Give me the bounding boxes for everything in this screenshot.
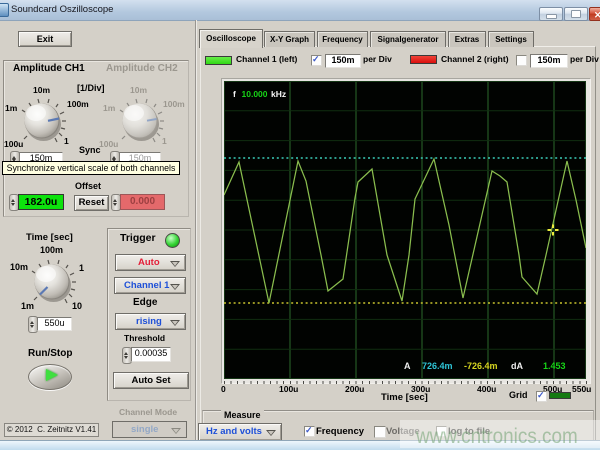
svg-text:f: f [233, 89, 236, 99]
svg-text:dA: dA [511, 361, 523, 371]
svg-text:726.4m: 726.4m [422, 361, 453, 371]
svg-text:A: A [404, 361, 411, 371]
svg-text:-726.4m: -726.4m [464, 361, 498, 371]
svg-text:10.000: 10.000 [242, 89, 268, 99]
svg-text:kHz: kHz [271, 89, 286, 99]
svg-text:1.453: 1.453 [543, 361, 566, 371]
